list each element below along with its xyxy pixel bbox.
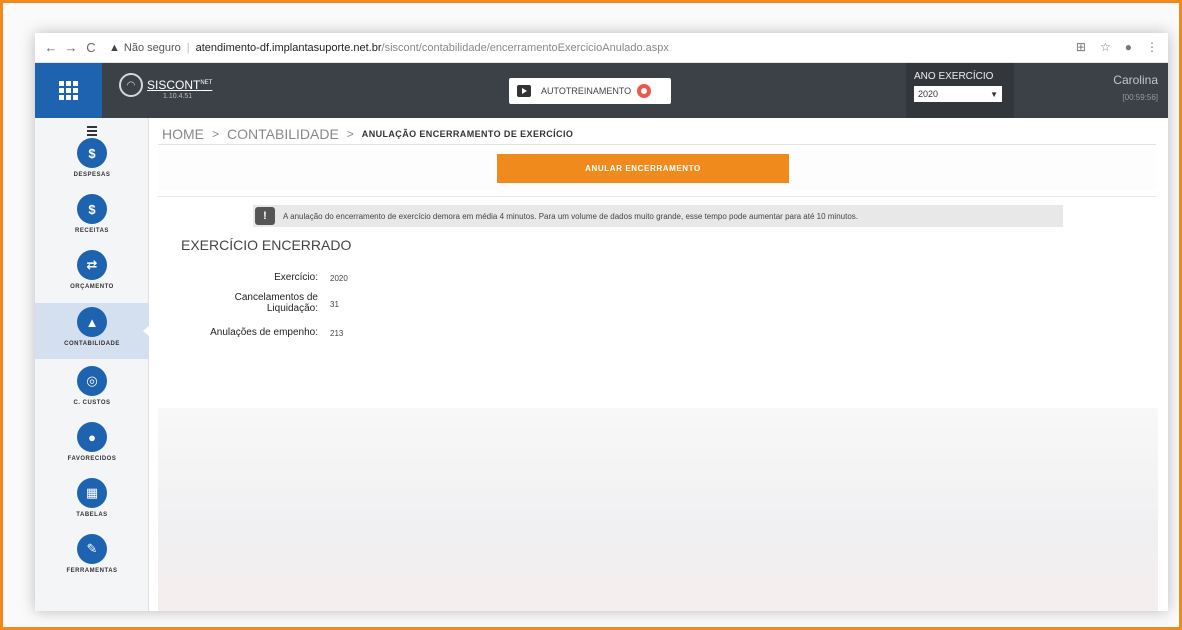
security-warning: Não seguro (123, 41, 181, 54)
breadcrumb-section[interactable]: CONTABILIDADE (227, 126, 339, 142)
user-info[interactable]: Carolina [00:59:56] (1113, 73, 1158, 102)
sidebar-item-ferramentas[interactable]: ✎ FERRAMENTAS (35, 530, 149, 586)
wrench-icon: ✎ (77, 534, 107, 564)
browser-window: ← → C ▲ Não seguro | atendimento-df.impl… (35, 33, 1168, 611)
reload-icon[interactable]: C (81, 40, 101, 55)
sidebar-item-favorecidos[interactable]: ● FAVORECIDOS (35, 418, 149, 474)
footer-strip (158, 368, 1156, 408)
annul-closing-button[interactable]: ANULAR ENCERRAMENTO (497, 154, 789, 183)
fiscal-year-select[interactable]: 2020 ▼ (914, 86, 1002, 102)
app-header: ◠ SISCONTNET 1.10.4.51 AUTOTREINAMENTO A… (35, 63, 1168, 118)
breadcrumb-current: ANULAÇÃO ENCERRAMENTO DE EXERCÍCIO (361, 128, 574, 139)
translate-icon[interactable]: ⊞ (1076, 40, 1086, 54)
profile-icon[interactable]: ● (1125, 40, 1132, 54)
url-domain: atendimento-df.implantasuporte.net.br (195, 41, 382, 54)
bookmark-star-icon[interactable]: ☆ (1100, 40, 1111, 54)
active-indicator (143, 325, 150, 337)
logo-emblem-icon: ◠ (119, 73, 143, 97)
field-value: 213 (330, 329, 344, 338)
app-version: 1.10.4.51 (163, 93, 193, 100)
sidebar-item-contabilidade[interactable]: ▲ CONTABILIDADE (35, 303, 150, 359)
sidebar-item-label: TABELAS (76, 512, 108, 518)
sidebar-item-tabelas[interactable]: ▦ TABELAS (35, 474, 149, 530)
cost-center-icon: ◎ (77, 366, 107, 396)
sidebar-item-label: FERRAMENTAS (66, 568, 118, 574)
dollar-icon: $ (77, 138, 107, 168)
sidebar-item-custos[interactable]: ◎ C. CUSTOS (35, 362, 149, 418)
sidebar-item-label: C. CUSTOS (73, 400, 111, 406)
session-timer: [00:59:56] (1122, 93, 1158, 102)
field-value: 2020 (330, 274, 348, 283)
info-icon: ! (255, 207, 275, 225)
apps-grid-icon (59, 81, 78, 100)
field-anulacoes: Anulações de empenho: 213 (158, 327, 458, 341)
dollar-icon: $ (77, 194, 107, 224)
field-value: 31 (330, 300, 339, 309)
browser-menu-icon[interactable]: ⋮ (1146, 40, 1158, 54)
field-label: Cancelamentos de Liquidação: (234, 292, 318, 314)
action-bar: ANULAR ENCERRAMENTO (158, 150, 1156, 190)
sidebar: $ DESPESAS $ RECEITAS ⇄ ORÇAMENTO ▲ CONT… (35, 118, 150, 611)
field-cancelamentos: Cancelamentos de Liquidação: 31 (158, 292, 458, 316)
main-content: HOME > CONTABILIDADE > ANULAÇÃO ENCERRAM… (158, 118, 1158, 611)
sidebar-item-receitas[interactable]: $ RECEITAS (35, 190, 149, 246)
autotraining-label: AUTOTREINAMENTO (541, 86, 632, 96)
address-bar[interactable]: ▲ Não seguro | atendimento-df.implantasu… (109, 42, 669, 54)
table-icon: ▦ (77, 478, 107, 508)
field-exercicio: Exercício: 2020 (158, 272, 458, 286)
chevron-down-icon: ▼ (990, 89, 998, 99)
sidebar-item-label: FAVORECIDOS (67, 456, 117, 462)
breadcrumb-home[interactable]: HOME (162, 126, 204, 142)
sidebar-item-label: ORÇAMENTO (70, 284, 114, 290)
sidebar-item-label: CONTABILIDADE (64, 341, 120, 347)
url-divider: | (186, 41, 190, 54)
browser-actions: ⊞ ☆ ● ⋮ (1076, 40, 1158, 54)
fiscal-year-value: 2020 (918, 89, 939, 99)
notice-text: A anulação do encerramento de exercício … (283, 211, 858, 221)
sidebar-item-label: DESPESAS (73, 172, 111, 178)
info-notice: ! A anulação do encerramento de exercíci… (253, 205, 1063, 227)
sidebar-item-orcamento[interactable]: ⇄ ORÇAMENTO (35, 246, 149, 302)
back-icon[interactable]: ← (41, 40, 61, 55)
warning-icon: ▲ (109, 41, 120, 54)
closed-year-panel: ! A anulação do encerramento de exercíci… (158, 196, 1156, 362)
sidebar-item-despesas[interactable]: $ DESPESAS (35, 134, 149, 190)
forward-icon[interactable]: → (61, 40, 81, 55)
user-icon: ● (77, 422, 107, 452)
autotraining-button[interactable]: AUTOTREINAMENTO (509, 78, 671, 104)
field-label: Anulações de empenho: (210, 327, 318, 338)
section-title: EXERCÍCIO ENCERRADO (181, 237, 352, 253)
field-label: Exercício: (274, 272, 318, 283)
logo-text: SISCONTNET (147, 78, 213, 92)
sidebar-item-label: RECEITAS (75, 228, 109, 234)
transfer-icon: ⇄ (77, 250, 107, 280)
browser-toolbar: ← → C ▲ Não seguro | atendimento-df.impl… (35, 33, 1168, 63)
video-play-icon (517, 85, 531, 97)
record-icon (637, 84, 652, 98)
user-name: Carolina (1113, 73, 1158, 87)
apps-grid-button[interactable] (35, 63, 102, 118)
breadcrumb-separator: > (346, 126, 354, 141)
breadcrumb: HOME > CONTABILIDADE > ANULAÇÃO ENCERRAM… (158, 123, 1156, 145)
fiscal-year-selector: ANO EXERCÍCIO 2020 ▼ (906, 63, 1014, 118)
fiscal-year-label: ANO EXERCÍCIO (914, 71, 994, 82)
url-path: /siscont/contabilidade/encerramentoExerc… (381, 41, 669, 54)
accounting-icon: ▲ (77, 307, 107, 337)
page-background (158, 408, 1158, 611)
breadcrumb-separator: > (212, 126, 220, 141)
